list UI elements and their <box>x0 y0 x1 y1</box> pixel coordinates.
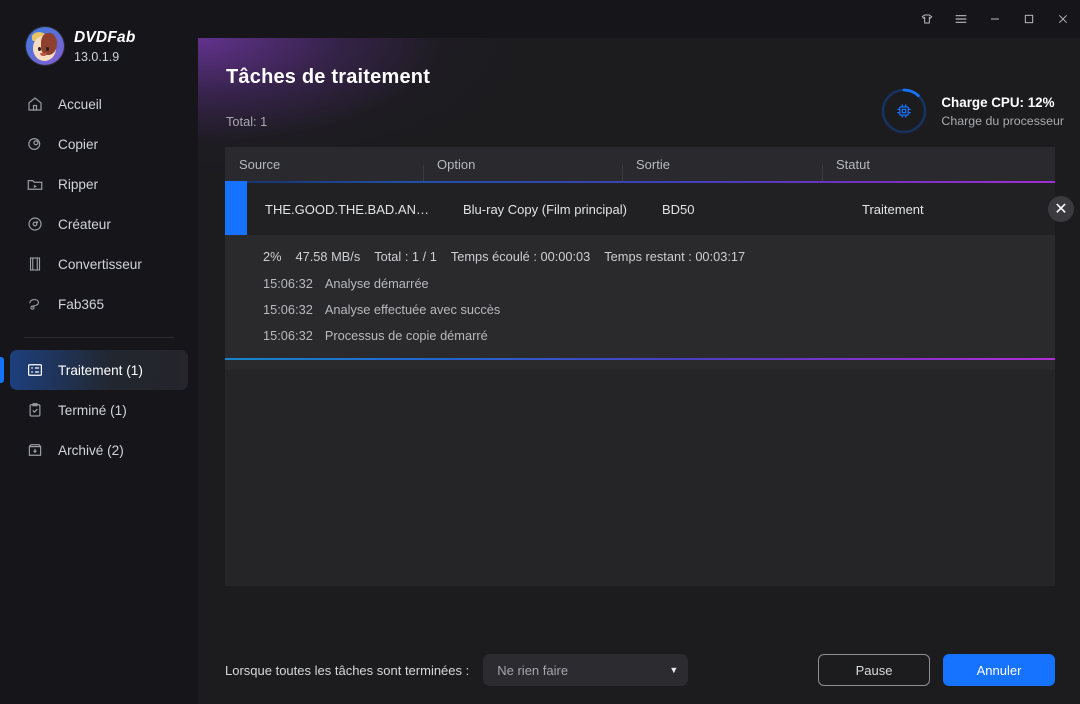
stat-total: Total : 1 / 1 <box>374 249 437 264</box>
table-row[interactable]: THE.GOOD.THE.BAD.AN… Blu-ray Copy (Film … <box>225 181 1074 235</box>
sidebar-item-label: Ripper <box>58 176 99 192</box>
sidebar: DVDFab 13.0.1.9 Accueil Copier Ripper Cr… <box>0 0 198 704</box>
on-complete-select[interactable]: Ne rien faire ▼ <box>483 654 689 686</box>
column-header-source[interactable]: Source <box>225 157 423 172</box>
disc-copy-icon <box>24 133 46 155</box>
row-actions: ✕ ⋮ <box>1048 196 1080 222</box>
task-list-icon <box>24 359 46 381</box>
on-complete-value: Ne rien faire <box>497 662 569 678</box>
bottom-bar: Lorsque toutes les tâches sont terminées… <box>198 636 1080 704</box>
chevron-down-icon: ▼ <box>669 665 679 675</box>
sidebar-item-label: Traitement (1) <box>58 362 143 378</box>
home-icon <box>24 93 46 115</box>
log-time: 15:06:32 <box>263 302 313 317</box>
film-strip-icon <box>24 253 46 275</box>
folder-play-icon <box>24 173 46 195</box>
minimize-icon[interactable] <box>978 0 1012 38</box>
fab365-icon <box>24 293 46 315</box>
list-item: 15:06:32 Analyse effectuée avec succès <box>263 302 1055 317</box>
list-item: 15:06:32 Processus de copie démarré <box>263 328 1055 343</box>
cancel-all-button[interactable]: Annuler <box>943 654 1055 686</box>
log-time: 15:06:32 <box>263 276 313 291</box>
clipboard-check-icon <box>24 399 46 421</box>
on-complete-label: Lorsque toutes les tâches sont terminées… <box>225 662 470 678</box>
task-detail-panel: 2% 47.58 MB/s Total : 1 / 1 Temps écoulé… <box>225 235 1055 370</box>
cpu-load-widget: Charge CPU: 12% Charge du processeur <box>879 86 1064 136</box>
task-stats-line: 2% 47.58 MB/s Total : 1 / 1 Temps écoulé… <box>225 249 1055 264</box>
sidebar-item-label: Convertisseur <box>58 256 142 272</box>
sidebar-item-convertisseur[interactable]: Convertisseur <box>10 244 188 284</box>
disc-icon <box>24 213 46 235</box>
task-log-list: 15:06:32 Analyse démarrée 15:06:32 Analy… <box>225 264 1055 358</box>
log-message: Processus de copie démarré <box>324 328 488 343</box>
sidebar-item-createur[interactable]: Créateur <box>10 204 188 244</box>
cell-statut: Traitement <box>862 201 924 217</box>
log-message: Analyse démarrée <box>324 276 429 291</box>
brand-name: DVDFab <box>74 28 136 46</box>
cell-option: Blu-ray Copy (Film principal) <box>463 201 627 217</box>
log-time: 15:06:32 <box>263 328 313 343</box>
main-content: Tâches de traitement Total: 1 Charge CPU… <box>198 0 1080 704</box>
task-panel: Source Option Sortie Statut THE.GOOD.THE… <box>225 147 1074 586</box>
sidebar-item-label: Fab365 <box>58 296 105 312</box>
pause-button[interactable]: Pause <box>818 654 930 686</box>
row-active-accent <box>225 181 247 235</box>
stat-elapsed: Temps écoulé : 00:00:03 <box>450 249 591 264</box>
action-buttons: Pause Annuler <box>818 654 1055 686</box>
sidebar-item-traitement[interactable]: Traitement (1) <box>0 350 188 390</box>
stat-progress: 2% <box>263 249 282 264</box>
sidebar-item-label: Archivé (2) <box>58 442 124 458</box>
close-icon[interactable]: ✕ <box>1048 196 1074 222</box>
sidebar-item-archive[interactable]: Archivé (2) <box>10 430 188 470</box>
cell-sortie: BD50 <box>662 201 695 217</box>
app-window: DVDFab 13.0.1.9 Accueil Copier Ripper Cr… <box>0 0 1080 704</box>
sidebar-item-fab365[interactable]: Fab365 <box>10 284 188 324</box>
title-bar <box>198 0 1080 38</box>
brand: DVDFab 13.0.1.9 <box>0 0 198 72</box>
table-header: Source Option Sortie Statut <box>225 147 1055 183</box>
menu-icon[interactable] <box>944 0 978 38</box>
sidebar-item-label: Terminé (1) <box>58 402 127 418</box>
column-header-statut[interactable]: Statut <box>822 157 1022 183</box>
detail-separator <box>225 358 1055 360</box>
sidebar-nav-main: Accueil Copier Ripper Créateur Convertis… <box>0 84 198 470</box>
sidebar-item-copier[interactable]: Copier <box>10 124 188 164</box>
cpu-chip-icon <box>879 86 929 136</box>
cpu-load-subtitle: Charge du processeur <box>941 113 1064 128</box>
maximize-icon[interactable] <box>1012 0 1046 38</box>
sidebar-item-label: Accueil <box>58 96 102 112</box>
column-header-sortie[interactable]: Sortie <box>622 157 822 183</box>
stat-remaining: Temps restant : 00:03:17 <box>604 249 746 264</box>
sidebar-item-label: Copier <box>58 136 99 152</box>
cell-source: THE.GOOD.THE.BAD.AN… <box>265 201 429 217</box>
column-header-option[interactable]: Option <box>423 157 622 183</box>
dvdfab-logo-icon <box>26 27 64 65</box>
app-version: 13.0.1.9 <box>74 49 120 64</box>
cpu-progress-ring <box>879 86 929 136</box>
cpu-load-title: Charge CPU: 12% <box>941 94 1055 110</box>
archive-box-icon <box>24 439 46 461</box>
sidebar-item-label: Créateur <box>58 216 111 232</box>
close-icon[interactable] <box>1046 0 1080 38</box>
stat-speed: 47.58 MB/s <box>295 249 361 264</box>
task-list-empty-area <box>225 370 1055 586</box>
sidebar-divider <box>24 337 174 338</box>
sidebar-item-ripper[interactable]: Ripper <box>10 164 188 204</box>
sidebar-item-termine[interactable]: Terminé (1) <box>10 390 188 430</box>
sidebar-item-accueil[interactable]: Accueil <box>10 84 188 124</box>
log-message: Analyse effectuée avec succès <box>324 302 501 317</box>
list-item: 15:06:32 Analyse démarrée <box>263 276 1055 291</box>
theme-icon[interactable] <box>910 0 944 38</box>
